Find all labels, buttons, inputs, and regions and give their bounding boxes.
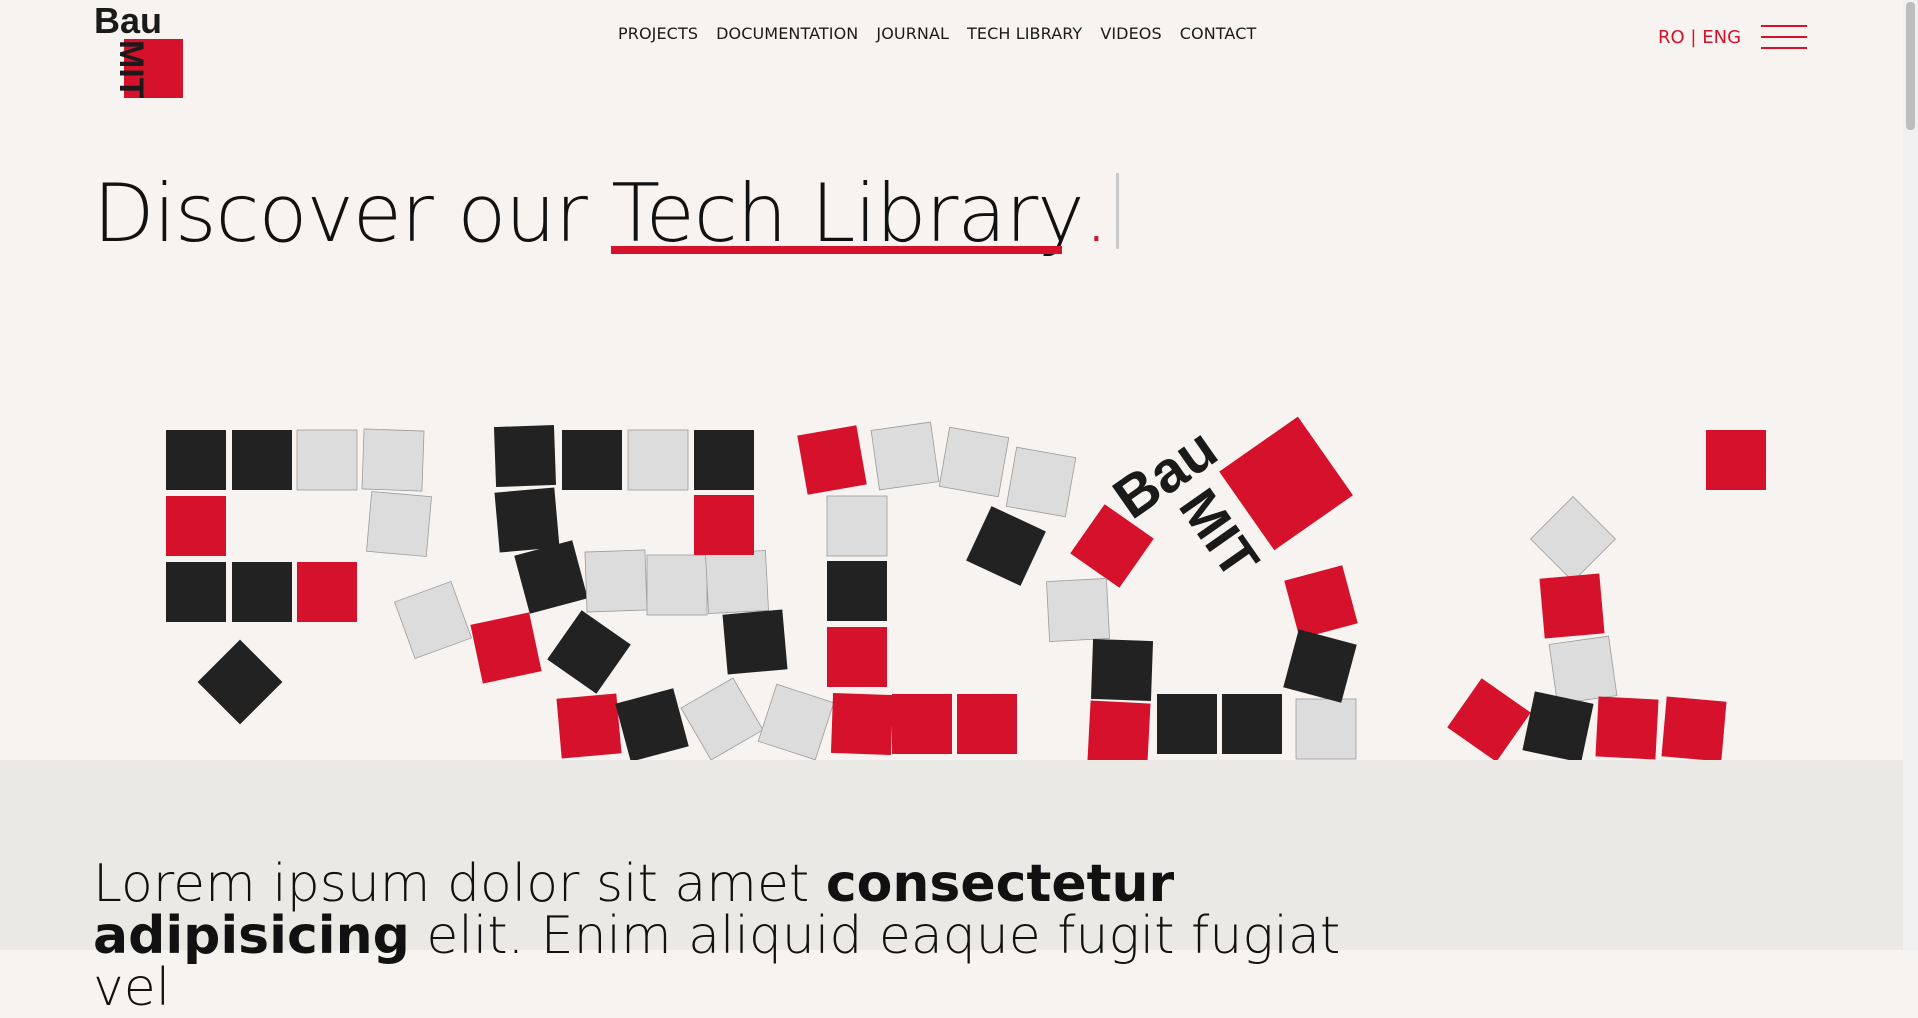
decor-tile (166, 562, 226, 622)
decor-tile (830, 692, 894, 756)
lang-ro[interactable]: RO (1658, 27, 1685, 48)
decor-tile (1222, 694, 1282, 754)
decor-tile (757, 683, 835, 760)
intro-bold-1: consectetur (825, 854, 1175, 914)
hero-title-prefix: Discover our (93, 167, 612, 260)
decor-tile (938, 426, 1010, 498)
decor-tile (1548, 635, 1618, 705)
decor-tile (1090, 638, 1154, 702)
decor-tile (166, 430, 226, 490)
decor-tile (694, 495, 754, 555)
intro-text-1: Lorem ipsum dolor sit amet (93, 854, 826, 914)
decor-tile (1661, 696, 1727, 760)
decor-tile (1046, 578, 1110, 642)
nav-videos[interactable]: VIDEOS (1100, 24, 1161, 43)
decor-tile (1005, 446, 1077, 518)
decorative-blocks-illustration: Bau MIT (166, 415, 1766, 760)
decor-tile (1087, 700, 1151, 760)
page-scrollbar[interactable] (1903, 0, 1918, 950)
hero-title-highlight: Tech Library (611, 167, 1085, 260)
decor-tile (694, 430, 754, 490)
decor-tile (556, 693, 622, 759)
decor-tile (166, 496, 226, 556)
nav-contact[interactable]: CONTACT (1180, 24, 1257, 43)
decor-tile (232, 430, 292, 490)
lang-eng[interactable]: ENG (1702, 27, 1741, 48)
nav-projects[interactable]: PROJECTS (618, 24, 698, 43)
decor-tile (547, 610, 631, 694)
typing-cursor (1116, 173, 1120, 249)
decor-tile (1295, 698, 1357, 760)
logo-text-bottom: MIT (112, 40, 150, 98)
decor-tile (957, 694, 1017, 754)
decor-tile (297, 562, 357, 622)
decor-tile (514, 540, 588, 614)
decor-tile (197, 639, 283, 725)
decor-tile (394, 581, 472, 659)
decor-tile (1539, 573, 1605, 639)
site-header: Bau MIT PROJECTS DOCUMENTATION JOURNAL T… (0, 0, 1903, 110)
nav-documentation[interactable]: DOCUMENTATION (716, 24, 858, 43)
decor-tile (361, 428, 425, 492)
decor-tile (705, 550, 769, 614)
hero-title: Discover our Tech Library. (93, 167, 1120, 260)
decor-tile (646, 554, 708, 616)
scrollbar-thumb[interactable] (1906, 2, 1915, 130)
main-nav: PROJECTS DOCUMENTATION JOURNAL TECH LIBR… (618, 24, 1256, 43)
decor-tile (562, 430, 622, 490)
hero-title-dot: . (1083, 167, 1109, 260)
decor-tile (296, 429, 358, 491)
decor-tile (1595, 696, 1659, 760)
decor-tile (797, 425, 867, 495)
decor-tile (966, 506, 1046, 586)
decor-tile (366, 491, 432, 557)
decor-tile (1447, 678, 1531, 760)
decor-tile (470, 612, 542, 684)
intro-text: Lorem ipsum dolor sit amet consectetur ad… (93, 858, 1393, 1014)
decor-tile (827, 561, 887, 621)
decor-tile (1283, 629, 1357, 703)
nav-tech-library[interactable]: TECH LIBRARY (967, 24, 1082, 43)
language-switcher: RO | ENG (1658, 27, 1741, 48)
hamburger-icon[interactable] (1761, 23, 1807, 51)
intro-bold-2: adipisicing (93, 906, 410, 966)
decor-tile (1157, 694, 1217, 754)
lang-separator: | (1690, 27, 1697, 48)
decor-tile (722, 609, 788, 675)
decor-tile (826, 495, 888, 557)
logo-text-top: Bau (94, 6, 162, 41)
decor-tile (892, 694, 952, 754)
decor-tile (584, 549, 648, 613)
decor-tile (1706, 430, 1766, 490)
decor-tile (232, 562, 292, 622)
decor-tile (680, 677, 764, 760)
decor-tile (615, 688, 689, 760)
decor-tile (1522, 691, 1594, 760)
decor-tile (493, 424, 557, 488)
decor-tile (827, 627, 887, 687)
decor-tile (1530, 496, 1616, 582)
nav-journal[interactable]: JOURNAL (876, 24, 949, 43)
decor-tile (870, 421, 940, 491)
decor-tile (1284, 565, 1358, 639)
decor-tile (494, 487, 560, 553)
baumit-logo[interactable]: Bau MIT (93, 6, 185, 98)
decor-tile (627, 429, 689, 491)
